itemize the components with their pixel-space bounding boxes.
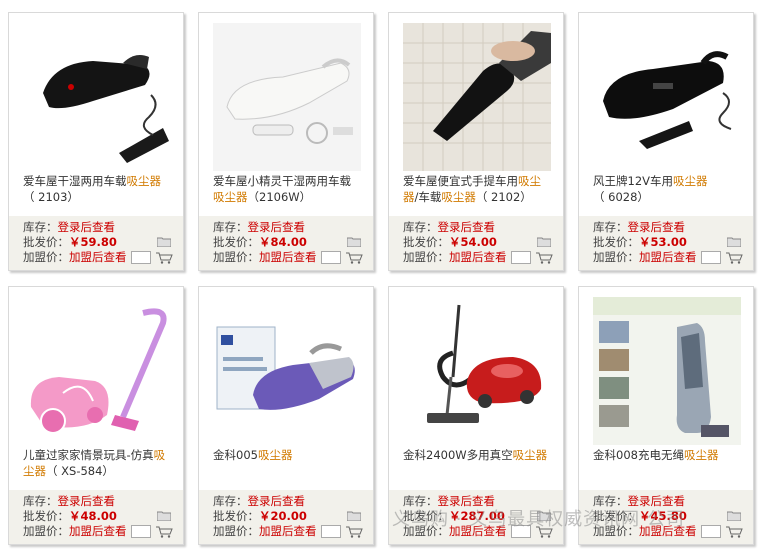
product-image[interactable] [593, 297, 741, 445]
cart-icon[interactable] [156, 526, 173, 538]
cart-icon[interactable] [726, 252, 743, 264]
stock-login-link[interactable]: 登录后查看 [248, 494, 306, 508]
member-price-link[interactable]: 加盟后查看 [69, 524, 127, 538]
product-image[interactable] [213, 23, 361, 171]
folder-icon[interactable] [727, 237, 741, 247]
member-price-link[interactable]: 加盟后查看 [259, 250, 317, 264]
product-card-6[interactable]: 金科005吸尘器 库存：登录后查看 批发价：￥20.00 加盟价：加盟后查看 [198, 286, 374, 545]
quantity-input[interactable] [700, 251, 721, 264]
cart-icon[interactable] [346, 526, 363, 538]
product-title[interactable]: 爱车屋便宜式手提车用吸尘 器/车载吸尘器（ 2102） [403, 173, 555, 205]
product-info: 库存：登录后查看 批发价：￥20.00 加盟价：加盟后查看 [199, 490, 373, 544]
vacuum-image [213, 297, 361, 445]
wholesale-price: ￥53.00 [639, 235, 687, 249]
vacuum-image [403, 297, 551, 445]
vacuum-image [593, 23, 741, 171]
product-title[interactable]: 金科008充电无绳吸尘器 [593, 447, 745, 463]
product-info: 库存：登录后查看 批发价：￥54.00 加盟价：加盟后查看 [389, 216, 563, 270]
product-image[interactable] [403, 23, 551, 171]
product-image[interactable] [593, 23, 741, 171]
product-info: 库存：登录后查看 批发价：￥59.80 加盟价：加盟后查看 [9, 216, 183, 270]
quantity-input[interactable] [320, 525, 341, 538]
product-info: 库存：登录后查看 批发价：￥53.00 加盟价：加盟后查看 [579, 216, 753, 270]
product-info: 库存：登录后查看 批发价：￥84.00 加盟价：加盟后查看 [199, 216, 373, 270]
folder-icon[interactable] [537, 237, 551, 247]
wholesale-price: ￥59.80 [69, 235, 117, 249]
vacuum-image [593, 297, 741, 445]
quantity-input[interactable] [700, 525, 721, 538]
wholesale-price: ￥84.00 [259, 235, 307, 249]
member-price-link[interactable]: 加盟后查看 [449, 250, 507, 264]
wholesale-price: ￥54.00 [449, 235, 497, 249]
stock-login-link[interactable]: 登录后查看 [58, 494, 116, 508]
folder-icon[interactable] [157, 511, 171, 521]
stock-login-link[interactable]: 登录后查看 [248, 220, 306, 234]
vacuum-image [403, 23, 551, 171]
product-info: 库存：登录后查看 批发价：￥48.00 加盟价：加盟后查看 [9, 490, 183, 544]
stock-login-link[interactable]: 登录后查看 [58, 220, 116, 234]
cart-icon[interactable] [726, 526, 743, 538]
cart-icon[interactable] [346, 252, 363, 264]
folder-icon[interactable] [347, 237, 361, 247]
member-price-link[interactable]: 加盟后查看 [639, 250, 697, 264]
watermark: 义乌购 · 义乌最具权威资讯网 公司 [392, 509, 685, 530]
vacuum-image [23, 297, 171, 445]
member-price-link[interactable]: 加盟后查看 [259, 524, 317, 538]
wholesale-price: ￥20.00 [259, 509, 307, 523]
product-image[interactable] [213, 297, 361, 445]
folder-icon[interactable] [157, 237, 171, 247]
wholesale-price: ￥48.00 [69, 509, 117, 523]
quantity-input[interactable] [130, 251, 151, 264]
product-title[interactable]: 爱车屋干湿两用车载吸尘器（ 2103） [23, 173, 175, 205]
product-image[interactable] [23, 23, 171, 171]
folder-icon[interactable] [727, 511, 741, 521]
member-price-link[interactable]: 加盟后查看 [69, 250, 127, 264]
product-title[interactable]: 儿童过家家情景玩具-仿真吸 尘器（ XS-584） [23, 447, 175, 479]
product-card-1[interactable]: 爱车屋干湿两用车载吸尘器（ 2103） 库存：登录后查看 批发价：￥59.80 … [8, 12, 184, 271]
quantity-input[interactable] [320, 251, 341, 264]
product-card-4[interactable]: 风王牌12V车用吸尘器（ 6028） 库存：登录后查看 批发价：￥53.00 加… [578, 12, 754, 271]
product-card-3[interactable]: 爱车屋便宜式手提车用吸尘 器/车载吸尘器（ 2102） 库存：登录后查看 批发价：… [388, 12, 564, 271]
vacuum-image [213, 23, 361, 171]
quantity-input[interactable] [510, 251, 531, 264]
product-card-2[interactable]: 爱车屋小精灵干湿两用车载 吸尘器（2106W） 库存：登录后查看 批发价：￥84.… [198, 12, 374, 271]
stock-login-link[interactable]: 登录后查看 [628, 220, 686, 234]
product-title[interactable]: 金科005吸尘器 [213, 447, 365, 463]
folder-icon[interactable] [347, 511, 361, 521]
product-image[interactable] [23, 297, 171, 445]
stock-login-link[interactable]: 登录后查看 [438, 220, 496, 234]
cart-icon[interactable] [156, 252, 173, 264]
product-title[interactable]: 爱车屋小精灵干湿两用车载 吸尘器（2106W） [213, 173, 365, 205]
vacuum-image [23, 23, 171, 171]
product-image[interactable] [403, 297, 551, 445]
product-title[interactable]: 风王牌12V车用吸尘器（ 6028） [593, 173, 745, 205]
product-title[interactable]: 金科2400W多用真空吸尘器 [403, 447, 555, 463]
quantity-input[interactable] [130, 525, 151, 538]
product-card-5[interactable]: 儿童过家家情景玩具-仿真吸 尘器（ XS-584） 库存：登录后查看 批发价：￥4… [8, 286, 184, 545]
cart-icon[interactable] [536, 252, 553, 264]
